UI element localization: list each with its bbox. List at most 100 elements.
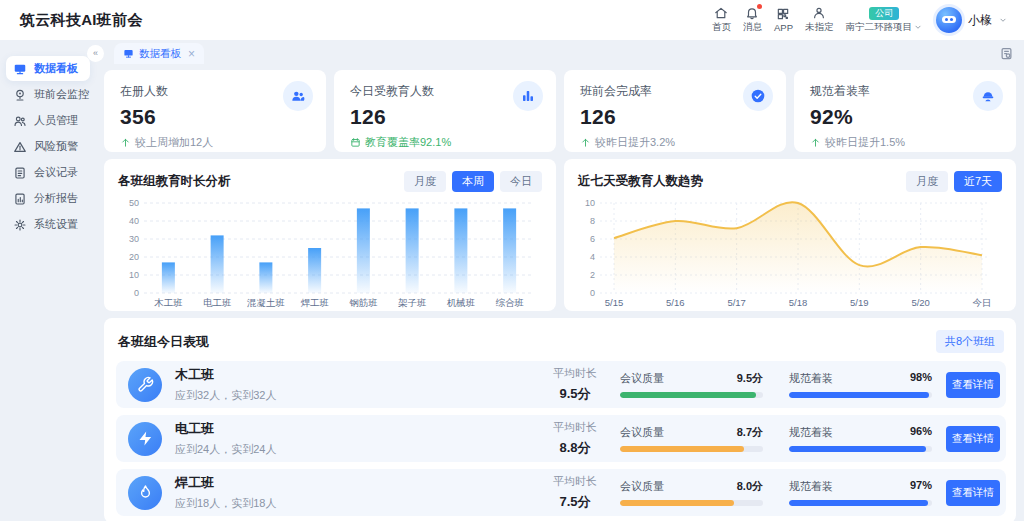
stat-sub: 较昨日提升1.5% bbox=[810, 135, 1000, 150]
quality-progress: 会议质量9.5分 bbox=[620, 371, 763, 398]
stat-sub: 较昨日提升3.2% bbox=[580, 135, 770, 150]
nav-item-3[interactable]: APP bbox=[771, 7, 796, 33]
team-row-1: 木工班应到32人，实到32人平均时长9.5分会议质量9.5分规范着装98%查看详… bbox=[116, 361, 1006, 408]
svg-text:2: 2 bbox=[590, 270, 595, 280]
stat-label: 在册人数 bbox=[120, 83, 310, 100]
nav-item-2[interactable]: 消息 bbox=[740, 6, 765, 34]
up-arrow-icon bbox=[580, 137, 591, 148]
filter-近7天[interactable]: 近7天 bbox=[954, 171, 1002, 192]
bolt-icon bbox=[137, 430, 154, 447]
svg-text:0: 0 bbox=[134, 288, 139, 298]
up-arrow-icon bbox=[810, 137, 821, 148]
notification-dot bbox=[757, 4, 762, 9]
sidebar-collapse-button[interactable]: « bbox=[87, 45, 104, 62]
filter-月度[interactable]: 月度 bbox=[404, 171, 446, 192]
worker-icon bbox=[812, 6, 826, 20]
svg-text:50: 50 bbox=[129, 198, 139, 208]
flame-icon bbox=[137, 484, 154, 501]
camera-icon bbox=[13, 88, 27, 102]
sidebar-item-1[interactable]: 数据看板 bbox=[6, 56, 90, 81]
tab-bar: « 数据看板× bbox=[96, 43, 1024, 64]
app-header: 筑云科技AI班前会 首页消息APP未指定公司南宁二环路项目小椽 bbox=[0, 0, 1024, 40]
user-menu[interactable]: 小椽 bbox=[936, 7, 1008, 33]
sidebar-item-6[interactable]: 分析报告 bbox=[6, 186, 90, 211]
teams-count-badge[interactable]: 共8个班组 bbox=[936, 330, 1004, 353]
settings-icon bbox=[13, 218, 27, 232]
stat-sub: 较上周增加12人 bbox=[120, 135, 310, 150]
nav-item-4[interactable]: 未指定 bbox=[802, 6, 837, 34]
sidebar-item-3[interactable]: 人员管理 bbox=[6, 108, 90, 133]
view-detail-button[interactable]: 查看详情 bbox=[946, 426, 1000, 452]
home-icon bbox=[714, 6, 728, 20]
svg-text:综合班: 综合班 bbox=[495, 297, 524, 308]
project-selector[interactable]: 公司南宁二环路项目 bbox=[843, 7, 927, 34]
wrench-icon bbox=[137, 376, 154, 393]
stat-label: 今日受教育人数 bbox=[350, 83, 540, 100]
stat-label: 规范着装率 bbox=[810, 83, 1000, 100]
team-name: 焊工班 bbox=[175, 474, 550, 492]
stat-card-1: 在册人数356较上周增加12人 bbox=[104, 70, 326, 152]
sidebar-item-4[interactable]: 风险预警 bbox=[6, 134, 90, 159]
chart-title: 近七天受教育人数趋势 bbox=[578, 173, 703, 190]
team-name: 电工班 bbox=[175, 420, 550, 438]
svg-text:焊工班: 焊工班 bbox=[300, 297, 329, 308]
stat-card-3: 班前会完成率126较昨日提升3.2% bbox=[564, 70, 786, 152]
svg-text:5/15: 5/15 bbox=[605, 297, 624, 308]
team-attendance: 应到18人，实到18人 bbox=[175, 496, 550, 511]
sidebar-item-7[interactable]: 系统设置 bbox=[6, 212, 90, 237]
stat-value: 126 bbox=[350, 105, 540, 129]
content: 在册人数356较上周增加12人今日受教育人数126教育覆盖率92.1%班前会完成… bbox=[96, 64, 1024, 521]
bar-chart: 01020304050木工班电工班混凝土班焊工班钢筋班架子班机械班综合班 bbox=[118, 195, 542, 309]
report-icon bbox=[13, 192, 27, 206]
tab-data-dashboard[interactable]: 数据看板× bbox=[114, 43, 204, 64]
view-detail-button[interactable]: 查看详情 bbox=[946, 372, 1000, 398]
svg-text:钢筋班: 钢筋班 bbox=[349, 297, 378, 308]
check-icon bbox=[750, 88, 766, 104]
stat-card-2: 今日受教育人数126教育覆盖率92.1% bbox=[334, 70, 556, 152]
dashboard-icon bbox=[13, 62, 27, 76]
team-attendance: 应到32人，实到32人 bbox=[175, 388, 550, 403]
svg-text:40: 40 bbox=[129, 216, 139, 226]
filter-今日[interactable]: 今日 bbox=[500, 171, 542, 192]
stat-value: 92% bbox=[810, 105, 1000, 129]
teams-title: 各班组今日表现 bbox=[118, 333, 209, 351]
tab-options-icon[interactable] bbox=[999, 46, 1014, 61]
sidebar-item-2[interactable]: 班前会监控 bbox=[6, 82, 90, 107]
avg-duration: 7.5分 bbox=[550, 493, 600, 511]
chart-icon bbox=[520, 88, 536, 104]
stat-card-4: 规范着装率 92% 较昨日提升1.5% bbox=[794, 70, 1016, 152]
app-title: 筑云科技AI班前会 bbox=[20, 11, 143, 30]
filter-本周[interactable]: 本周 bbox=[452, 171, 494, 192]
svg-text:5/20: 5/20 bbox=[911, 297, 930, 308]
line-chart-card: 近七天受教育人数趋势月度近7天02468105/155/165/175/185/… bbox=[564, 159, 1016, 311]
uniform-progress: 规范着装98% bbox=[789, 371, 932, 398]
tab-options-icon bbox=[999, 46, 1014, 61]
team-avatar bbox=[128, 368, 162, 402]
users-icon bbox=[290, 88, 306, 104]
bar-chart-card: 各班组教育时长分析月度本周今日01020304050木工班电工班混凝土班焊工班钢… bbox=[104, 159, 556, 311]
team-avatar bbox=[128, 422, 162, 456]
svg-text:4: 4 bbox=[590, 252, 595, 262]
qr-icon bbox=[776, 7, 790, 21]
up-arrow-icon bbox=[120, 137, 131, 148]
team-row-2: 电工班应到24人，实到24人平均时长8.8分会议质量8.7分规范着装96%查看详… bbox=[116, 415, 1006, 462]
warning-icon bbox=[13, 140, 27, 154]
quality-progress: 会议质量8.7分 bbox=[620, 425, 763, 452]
svg-text:电工班: 电工班 bbox=[203, 297, 232, 308]
uniform-progress: 规范着装96% bbox=[789, 425, 932, 452]
header-nav: 首页消息APP未指定公司南宁二环路项目小椽 bbox=[709, 6, 1008, 34]
nav-item-1[interactable]: 首页 bbox=[709, 6, 734, 34]
view-detail-button[interactable]: 查看详情 bbox=[946, 480, 1000, 506]
helmet-icon bbox=[980, 88, 996, 104]
svg-text:机械班: 机械班 bbox=[447, 297, 476, 308]
filter-月度[interactable]: 月度 bbox=[906, 171, 948, 192]
stat-label: 班前会完成率 bbox=[580, 83, 770, 100]
tab-close-icon[interactable]: × bbox=[188, 48, 195, 60]
people-icon bbox=[13, 114, 27, 128]
avg-duration: 9.5分 bbox=[550, 385, 600, 403]
svg-text:6: 6 bbox=[590, 234, 595, 244]
svg-text:30: 30 bbox=[129, 234, 139, 244]
svg-text:5/16: 5/16 bbox=[666, 297, 685, 308]
caret-down-icon bbox=[913, 22, 923, 32]
sidebar-item-5[interactable]: 会议记录 bbox=[6, 160, 90, 185]
